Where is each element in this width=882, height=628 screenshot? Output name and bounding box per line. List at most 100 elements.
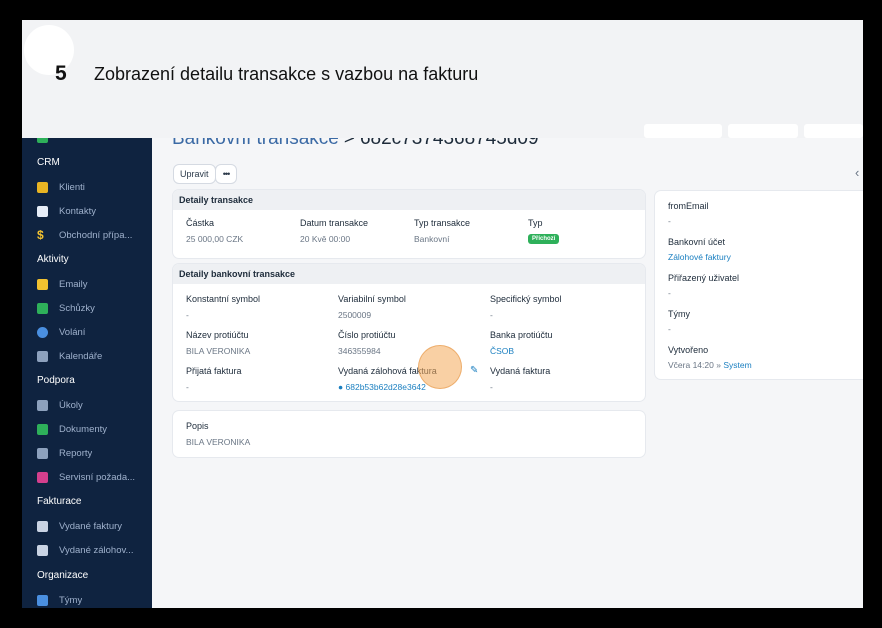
sidebar-item-vydane-faktury[interactable]: Vydané faktury: [37, 517, 149, 535]
sidebar-item-volani[interactable]: Volání: [37, 323, 149, 341]
field-label: Týmy: [668, 309, 690, 319]
field-value: BILA VERONIKA: [186, 437, 251, 447]
created-by-link[interactable]: System: [723, 360, 751, 370]
more-actions-button[interactable]: •••: [215, 164, 237, 184]
field-label: Konstantní symbol: [186, 294, 261, 304]
sidebar-item-label: Týmy: [59, 594, 83, 606]
chevron-left-icon[interactable]: ‹: [855, 165, 859, 180]
field-value: -: [186, 310, 189, 320]
sidebar-item-klienti[interactable]: Klienti: [37, 178, 149, 196]
field-label: Částka: [186, 218, 215, 228]
app-frame: CRM Klienti Kontakty $ Obchodní přípa...…: [22, 20, 863, 608]
sidebar-section-organizace: Organizace: [37, 570, 89, 581]
sidebar-item-kalendare[interactable]: Kalendáře: [37, 347, 149, 365]
sidebar-item-obchodni-pripady[interactable]: $ Obchodní přípa...: [37, 226, 149, 244]
field-label: Bankovní účet: [668, 237, 726, 247]
field-value: 25 000,00 CZK: [186, 234, 244, 244]
phone-icon: [37, 326, 48, 338]
info-panel: fromEmail - Bankovní účet Zálohové faktu…: [655, 191, 863, 379]
sidebar-item-vydane-zalohove[interactable]: Vydané zálohov...: [37, 541, 149, 559]
created-time: Včera 14:20 »: [668, 360, 721, 370]
field-label: Název protiúčtu: [186, 330, 249, 340]
click-indicator: [418, 345, 462, 389]
field-label: Vytvořeno: [668, 345, 709, 355]
sidebar-section-podpora: Podpora: [37, 375, 75, 386]
field-value: -: [668, 288, 671, 298]
field-value: -: [490, 310, 493, 320]
field-label: fromEmail: [668, 201, 709, 211]
building-icon: [37, 181, 48, 193]
card-title: Detaily bankovní transakce: [173, 264, 645, 284]
advance-invoice-id: 682b53b62d28e3642: [345, 382, 426, 392]
field-label: Popis: [186, 421, 209, 431]
pencil-icon[interactable]: ✎: [470, 365, 478, 376]
field-label: Přijatá faktura: [186, 366, 242, 376]
calendar-check-icon: [37, 302, 48, 314]
card-title: Detaily transakce: [173, 190, 645, 210]
field-value: -: [668, 216, 671, 226]
contact-card-icon: [37, 205, 48, 217]
advance-invoice-link[interactable]: ● 682b53b62d28e3642: [338, 382, 426, 392]
sidebar-item-label: Servisní požada...: [59, 471, 136, 483]
transaction-details-card: Detaily transakce Částka 25 000,00 CZK D…: [173, 190, 645, 258]
status-badge: Příchozí: [528, 234, 560, 244]
sidebar-item-label: Vydané faktury: [59, 520, 123, 532]
report-icon: [37, 447, 48, 459]
sidebar-item-label: Klienti: [59, 181, 85, 193]
sidebar-item-label: Emaily: [59, 278, 88, 290]
sidebar-item-emaily[interactable]: Emaily: [37, 275, 149, 293]
field-label: Banka protiúčtu: [490, 330, 553, 340]
field-label: Vydaná faktura: [490, 366, 551, 376]
field-value: 346355984: [338, 346, 381, 356]
checklist-icon: [37, 399, 48, 411]
field-value: 2500009: [338, 310, 372, 320]
created-info: Včera 14:20 » System: [668, 360, 752, 370]
sidebar-item-label: Úkoly: [59, 399, 83, 411]
sidebar-item-kontakty[interactable]: Kontakty: [37, 202, 149, 220]
step-number: 5: [55, 62, 67, 85]
bank-link[interactable]: ČSOB: [490, 346, 514, 356]
edit-button[interactable]: Upravit: [173, 164, 216, 184]
field-value: Bankovní: [414, 234, 450, 244]
sidebar-item-label: Schůzky: [59, 302, 95, 314]
sidebar-item-servisni-pozadavky[interactable]: Servisní požada...: [37, 468, 149, 486]
document-icon: [37, 423, 48, 435]
invoice-advance-icon: [37, 544, 48, 556]
sidebar-item-label: Vydané zálohov...: [59, 544, 134, 556]
dollar-icon: $: [37, 227, 44, 242]
calendar-icon: [37, 350, 48, 362]
sidebar-item-label: Kontakty: [59, 205, 96, 217]
sidebar-section-fakturace: Fakturace: [37, 496, 82, 507]
toolbox-icon: [37, 471, 48, 483]
bank-account-link[interactable]: Zálohové faktury: [668, 252, 731, 262]
field-value: -: [186, 382, 189, 392]
sidebar-item-label: Reporty: [59, 447, 93, 459]
step-title: Zobrazení detailu transakce s vazbou na …: [94, 64, 479, 84]
step-banner: 5 Zobrazení detailu transakce s vazbou n…: [22, 20, 863, 138]
field-label: Číslo protiúčtu: [338, 330, 396, 340]
sidebar-item-ukoly[interactable]: Úkoly: [37, 396, 149, 414]
field-label: Variabilní symbol: [338, 294, 406, 304]
field-label: Typ: [528, 218, 543, 228]
sidebar-item-tymy[interactable]: Týmy: [37, 591, 149, 608]
sidebar-section-aktivity: Aktivity: [37, 254, 69, 265]
sidebar-item-dokumenty[interactable]: Dokumenty: [37, 420, 149, 438]
sidebar-item-label: Dokumenty: [59, 423, 108, 435]
sidebar-item-label: Obchodní přípa...: [59, 229, 133, 241]
sidebar-item-reporty[interactable]: Reporty: [37, 444, 149, 462]
field-label: Přiřazený uživatel: [668, 273, 740, 283]
field-value: -: [668, 324, 671, 334]
field-value: 20 Kvě 00:00: [300, 234, 351, 244]
field-value: -: [490, 382, 493, 392]
field-label: Specifický symbol: [490, 294, 562, 304]
sidebar-section-crm: CRM: [37, 157, 60, 168]
field-value: BILA VERONIKA: [186, 346, 251, 356]
team-icon: [37, 594, 48, 606]
header-tab[interactable]: [644, 124, 722, 138]
header-tab[interactable]: [728, 124, 798, 138]
sidebar-item-schuzky[interactable]: Schůzky: [37, 299, 149, 317]
bank-details-card: Detaily bankovní transakce Konstantní sy…: [173, 264, 645, 401]
header-tab[interactable]: [804, 124, 863, 138]
sidebar-item-label: Kalendáře: [59, 350, 103, 362]
envelope-icon: [37, 278, 48, 290]
